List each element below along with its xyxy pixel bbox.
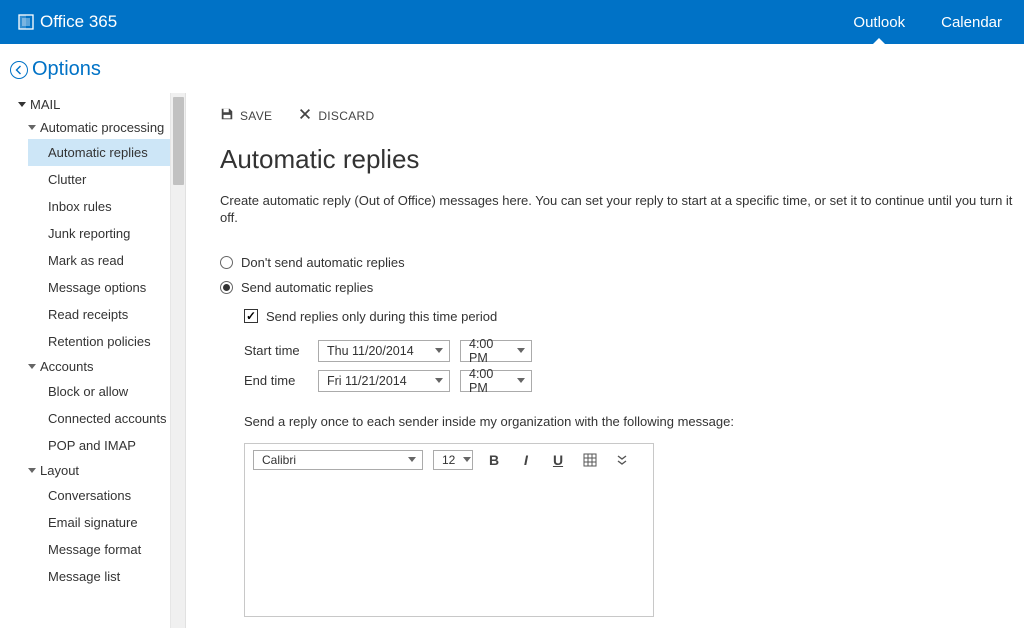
sidebar-section-automatic-processing[interactable]: Automatic processing bbox=[28, 116, 185, 139]
caret-down-icon bbox=[28, 125, 36, 130]
nav-outlook[interactable]: Outlook bbox=[849, 2, 909, 43]
radio-send-label: Send automatic replies bbox=[241, 280, 373, 295]
sidebar-item-inbox-rules[interactable]: Inbox rules bbox=[28, 193, 185, 220]
message-textarea[interactable] bbox=[245, 476, 653, 616]
nav-calendar[interactable]: Calendar bbox=[937, 2, 1006, 43]
table-button[interactable] bbox=[579, 450, 601, 470]
font-family-value: Calibri bbox=[262, 453, 296, 467]
font-family-dropdown[interactable]: Calibri bbox=[253, 450, 423, 470]
radio-send[interactable]: Send automatic replies bbox=[220, 280, 1024, 295]
sidebar-item-mark-as-read[interactable]: Mark as read bbox=[28, 247, 185, 274]
radio-dont-send-label: Don't send automatic replies bbox=[241, 255, 405, 270]
end-time-label: End time bbox=[244, 373, 308, 388]
radio-dont-send[interactable]: Don't send automatic replies bbox=[220, 255, 1024, 270]
start-date-dropdown[interactable]: Thu 11/20/2014 bbox=[318, 340, 450, 362]
scrollbar-thumb[interactable] bbox=[173, 97, 184, 185]
brand-text: Office 365 bbox=[40, 12, 117, 32]
font-size-value: 12 bbox=[442, 453, 455, 467]
caret-down-icon bbox=[28, 468, 36, 473]
end-time-dropdown[interactable]: 4:00 PM bbox=[460, 370, 532, 392]
sidebar-section-accounts[interactable]: Accounts bbox=[28, 355, 185, 378]
discard-button[interactable]: DISCARD bbox=[298, 107, 374, 124]
sidebar-item-clutter[interactable]: Clutter bbox=[28, 166, 185, 193]
checkbox-time-period[interactable]: Send replies only during this time perio… bbox=[244, 309, 1024, 324]
sidebar-section-layout[interactable]: Layout bbox=[28, 459, 185, 482]
page-title: Automatic replies bbox=[220, 144, 1024, 175]
sidebar: MAIL Automatic processing Automatic repl… bbox=[0, 93, 186, 628]
sidebar-item-read-receipts[interactable]: Read receipts bbox=[28, 301, 185, 328]
more-formatting-button[interactable] bbox=[611, 450, 633, 470]
save-label: SAVE bbox=[240, 109, 272, 123]
chevron-down-icon bbox=[517, 378, 525, 383]
back-arrow-icon[interactable] bbox=[10, 61, 28, 79]
sidebar-item-connected-accounts[interactable]: Connected accounts bbox=[28, 405, 185, 432]
chevron-down-icon bbox=[517, 348, 525, 353]
sidebar-item-message-list[interactable]: Message list bbox=[28, 563, 185, 590]
office-logo-icon bbox=[18, 14, 34, 30]
checkbox-time-period-label: Send replies only during this time perio… bbox=[266, 309, 497, 324]
table-icon bbox=[583, 453, 597, 467]
toolbar: SAVE DISCARD bbox=[220, 93, 1024, 138]
sidebar-item-email-signature[interactable]: Email signature bbox=[28, 509, 185, 536]
checkbox-icon bbox=[244, 309, 258, 323]
start-time-dropdown[interactable]: 4:00 PM bbox=[460, 340, 532, 362]
sidebar-section-layout-label: Layout bbox=[40, 463, 79, 478]
close-icon bbox=[298, 107, 312, 124]
start-time-label: Start time bbox=[244, 343, 308, 358]
bold-button[interactable]: B bbox=[483, 450, 505, 470]
start-time-value: 4:00 PM bbox=[469, 337, 509, 365]
sidebar-item-pop-and-imap[interactable]: POP and IMAP bbox=[28, 432, 185, 459]
reply-once-text: Send a reply once to each sender inside … bbox=[244, 414, 1024, 429]
sidebar-section-mail[interactable]: MAIL bbox=[18, 93, 185, 116]
save-icon bbox=[220, 107, 234, 124]
italic-button[interactable]: I bbox=[515, 450, 537, 470]
top-app-bar: Office 365 Outlook Calendar bbox=[0, 0, 1024, 44]
double-chevron-down-icon bbox=[615, 453, 629, 467]
sidebar-item-block-or-allow[interactable]: Block or allow bbox=[28, 378, 185, 405]
save-button[interactable]: SAVE bbox=[220, 107, 272, 124]
options-header[interactable]: Options bbox=[0, 44, 1024, 93]
caret-down-icon bbox=[18, 102, 26, 107]
sidebar-item-message-format[interactable]: Message format bbox=[28, 536, 185, 563]
radio-icon bbox=[220, 281, 233, 294]
end-date-value: Fri 11/21/2014 bbox=[327, 374, 407, 388]
underline-button[interactable]: U bbox=[547, 450, 569, 470]
top-nav: Outlook Calendar bbox=[849, 2, 1006, 43]
time-period-grid: Start time Thu 11/20/2014 4:00 PM End ti… bbox=[244, 340, 1024, 392]
sidebar-section-ap-label: Automatic processing bbox=[40, 120, 164, 135]
sidebar-section-mail-label: MAIL bbox=[30, 97, 60, 112]
chevron-down-icon bbox=[435, 348, 443, 353]
message-editor: Calibri 12 B I U bbox=[244, 443, 654, 617]
page-description: Create automatic reply (Out of Office) m… bbox=[220, 193, 1024, 227]
sidebar-item-conversations[interactable]: Conversations bbox=[28, 482, 185, 509]
options-title: Options bbox=[32, 58, 101, 81]
discard-label: DISCARD bbox=[318, 109, 374, 123]
font-size-dropdown[interactable]: 12 bbox=[433, 450, 473, 470]
end-time-value: 4:00 PM bbox=[469, 367, 509, 395]
radio-icon bbox=[220, 256, 233, 269]
sidebar-scrollbar[interactable] bbox=[170, 93, 185, 628]
brand: Office 365 bbox=[18, 12, 117, 32]
sidebar-item-automatic-replies[interactable]: Automatic replies bbox=[28, 139, 185, 166]
sidebar-item-message-options[interactable]: Message options bbox=[28, 274, 185, 301]
editor-toolbar: Calibri 12 B I U bbox=[245, 444, 653, 476]
end-date-dropdown[interactable]: Fri 11/21/2014 bbox=[318, 370, 450, 392]
main-content: SAVE DISCARD Automatic replies Create au… bbox=[186, 93, 1024, 628]
chevron-down-icon bbox=[408, 457, 416, 462]
caret-down-icon bbox=[28, 364, 36, 369]
chevron-down-icon bbox=[435, 378, 443, 383]
chevron-down-icon bbox=[463, 457, 471, 462]
sidebar-item-junk-reporting[interactable]: Junk reporting bbox=[28, 220, 185, 247]
sidebar-section-accounts-label: Accounts bbox=[40, 359, 93, 374]
sidebar-item-retention-policies[interactable]: Retention policies bbox=[28, 328, 185, 355]
start-date-value: Thu 11/20/2014 bbox=[327, 344, 414, 358]
